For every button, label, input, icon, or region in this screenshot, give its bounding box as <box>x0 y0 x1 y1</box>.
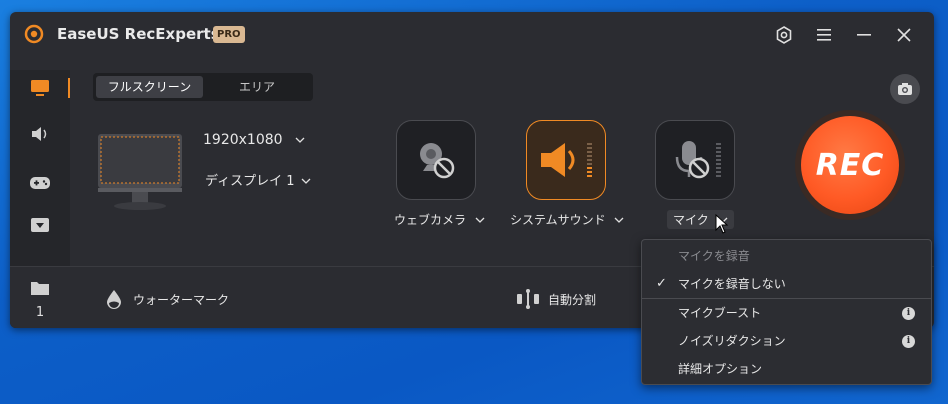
menu-item-label: 詳細オプション <box>678 362 763 376</box>
chevron-down-icon <box>475 217 485 223</box>
webcam-toggle-button[interactable] <box>396 120 476 200</box>
tab-region[interactable]: エリア <box>205 76 309 98</box>
webcam-label: ウェブカメラ <box>394 213 467 227</box>
menu-item-mic-boost[interactable]: マイクブースト i <box>642 299 931 327</box>
sidebar-item-audio[interactable] <box>10 118 70 150</box>
autosplit-label: 自動分割 <box>548 292 597 307</box>
pro-badge: PRO <box>213 26 245 43</box>
resolution-dropdown[interactable]: 1920x1080 <box>203 132 305 148</box>
sidebar-item-screen[interactable] <box>10 72 70 104</box>
menu-item-noise-reduction[interactable]: ノイズリダクション i <box>642 327 931 355</box>
system-sound-label: システムサウンド <box>510 213 606 227</box>
webcam-off-icon <box>420 143 455 179</box>
chevron-down-icon <box>301 178 311 184</box>
info-icon[interactable]: i <box>902 335 915 348</box>
sidebar: 1 <box>10 70 70 328</box>
mic-off-icon <box>675 141 721 179</box>
title-bar: EaseUS RecExperts PRO <box>10 12 934 58</box>
recordings-folder-button[interactable]: 1 <box>10 266 70 328</box>
speaker-on-icon <box>541 143 592 177</box>
app-logo-icon <box>24 24 44 44</box>
tab-fullscreen[interactable]: フルスクリーン <box>96 76 203 98</box>
display-dropdown[interactable]: ディスプレイ 1 <box>205 170 311 189</box>
capture-mode-tabs: フルスクリーン エリア <box>93 73 313 101</box>
mouse-cursor-icon <box>715 214 729 234</box>
resolution-value: 1920x1080 <box>203 132 283 148</box>
mic-options-menu: マイクを録音 ✓ マイクを録音しない マイクブースト i ノイズリダクション i… <box>641 239 932 385</box>
mic-toggle-button[interactable] <box>655 120 735 200</box>
menu-item-label: ノイズリダクション <box>678 334 786 348</box>
watermark-label: ウォーターマーク <box>133 292 230 307</box>
sidebar-more-button[interactable] <box>10 209 70 241</box>
recordings-count: 1 <box>35 305 45 320</box>
menu-item-label: マイクブースト <box>678 306 762 320</box>
menu-button[interactable] <box>813 24 835 46</box>
gear-icon <box>776 26 792 44</box>
watermark-button[interactable]: ウォーターマーク <box>103 288 229 310</box>
close-button[interactable] <box>893 24 915 46</box>
chevron-down-icon <box>615 217 624 223</box>
menu-header: マイクを録音 <box>678 249 750 263</box>
folder-icon <box>31 282 49 295</box>
screenshot-button[interactable] <box>890 74 920 104</box>
monitor-preview-icon <box>98 134 182 210</box>
system-sound-dropdown[interactable]: システムサウンド <box>510 211 624 228</box>
rec-label: REC <box>815 147 885 183</box>
menu-item-label: マイクを録音しない <box>678 277 786 291</box>
display-value: ディスプレイ 1 <box>205 174 295 189</box>
chevron-down-box-icon <box>31 218 49 232</box>
speaker-icon <box>32 127 47 141</box>
sidebar-item-game[interactable] <box>10 167 70 199</box>
menu-item-advanced-options[interactable]: 詳細オプション <box>642 355 931 383</box>
minimize-button[interactable] <box>853 24 875 46</box>
settings-button[interactable] <box>773 24 795 46</box>
hamburger-icon <box>817 29 831 41</box>
camera-icon <box>898 83 912 95</box>
info-icon[interactable]: i <box>902 307 915 320</box>
gamepad-icon <box>30 177 50 189</box>
monitor-icon <box>31 80 49 96</box>
minimize-icon <box>857 34 871 36</box>
chevron-down-icon <box>295 137 305 143</box>
checkmark-icon: ✓ <box>656 276 667 291</box>
autosplit-button[interactable]: 自動分割 <box>516 288 596 310</box>
menu-item-no-mic[interactable]: ✓ マイクを録音しない <box>642 270 931 298</box>
close-icon <box>897 28 911 42</box>
rec-button[interactable]: REC <box>801 116 899 214</box>
mic-label: マイク <box>673 213 709 227</box>
system-sound-toggle-button[interactable] <box>526 120 606 200</box>
split-icon <box>517 289 539 309</box>
active-indicator <box>68 78 70 98</box>
app-name: EaseUS RecExperts <box>57 25 220 43</box>
webcam-dropdown[interactable]: ウェブカメラ <box>394 211 485 228</box>
watermark-drop-icon <box>107 290 121 309</box>
